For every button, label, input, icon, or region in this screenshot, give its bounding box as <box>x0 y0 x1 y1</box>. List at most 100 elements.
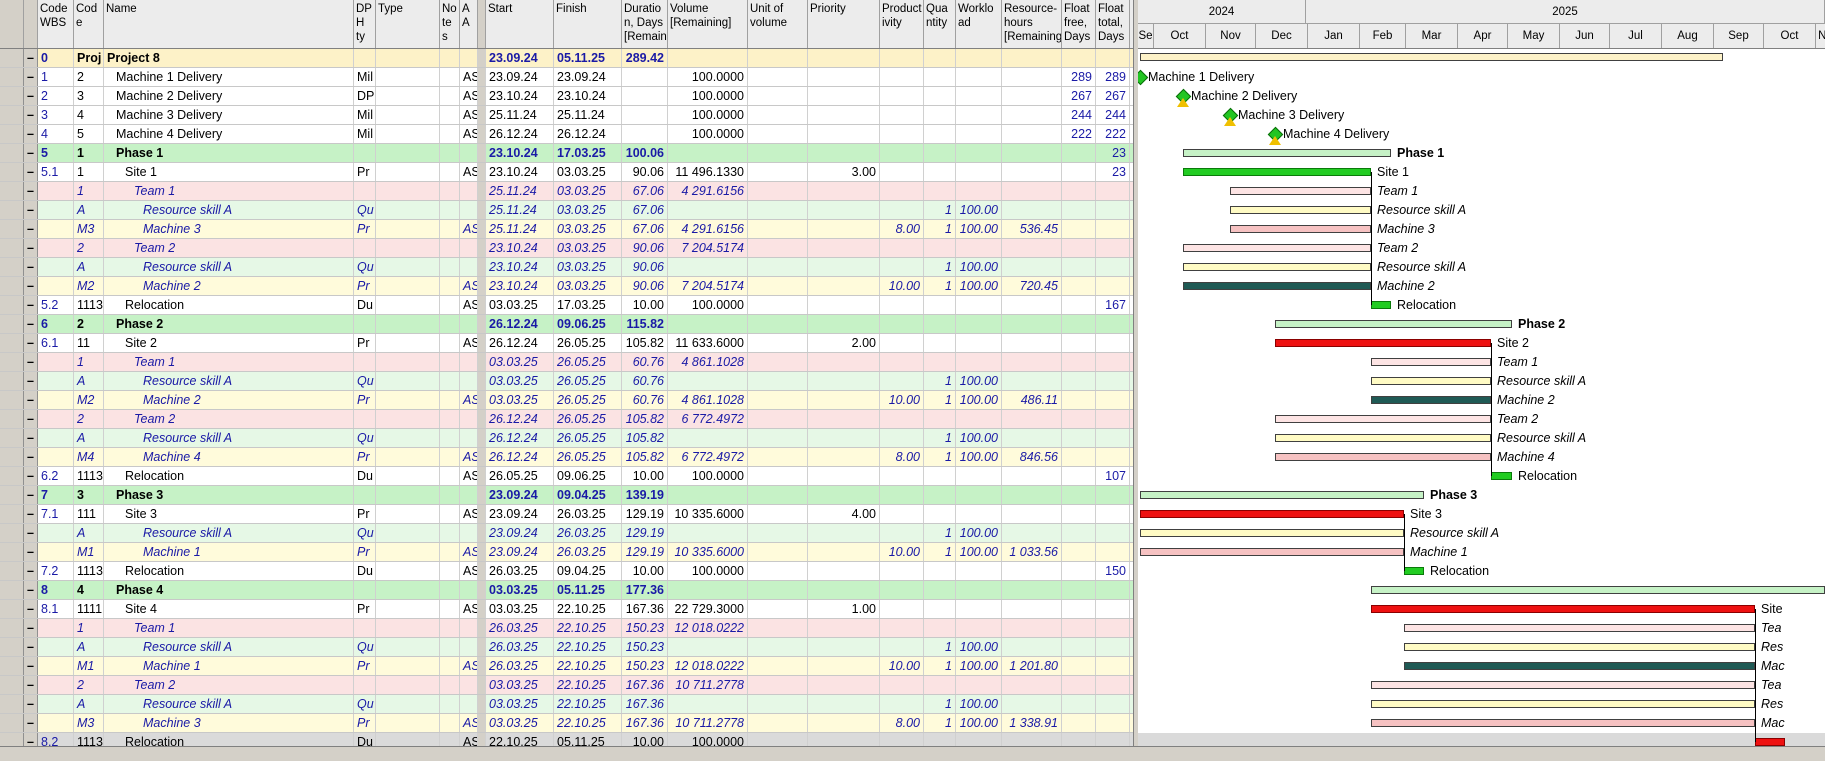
column-header-dph[interactable]: DP H ty <box>354 0 376 48</box>
table-row[interactable]: – 2 Team 2 26.12.24 26.05.25 105.82 6 772.4972 <box>0 410 1133 429</box>
gantt-bar[interactable] <box>1755 738 1785 746</box>
gantt-bar[interactable] <box>1230 225 1371 233</box>
table-row[interactable]: – A Resource skill A Qu 23.10.24 03.03.25 90.0… <box>0 258 1133 277</box>
table-row[interactable]: – M2Machine 2Pr AS 03.03.2526.05.2560.764 8… <box>0 391 1133 410</box>
table-row[interactable]: –M3Machine 3PrAS03.03.2522.10.25167.3610… <box>0 714 1133 733</box>
table-row[interactable]: –7 3 Phase 3 23.09.24 09.04.25 139.19 <box>0 486 1133 505</box>
table-row[interactable]: –7.21113RelocationDuAS26.03.2509.04.2510… <box>0 562 1133 581</box>
column-header-ff[interactable]: Float free, Days <box>1062 0 1096 48</box>
gantt-bar[interactable] <box>1183 282 1371 290</box>
gantt-bar[interactable] <box>1230 187 1371 195</box>
table-row[interactable]: –5.21113RelocationDuAS03.03.2517.03.2510… <box>0 296 1133 315</box>
cell-tg[interactable]: – <box>24 144 38 162</box>
gantt-bar[interactable] <box>1371 719 1755 727</box>
table-row[interactable]: –6.111Site 2Pr AS 26.12.2426.05.25105.8211… <box>0 334 1133 353</box>
column-header-notes[interactable]: No te s <box>440 0 460 48</box>
cell-tg[interactable]: – <box>24 239 38 257</box>
table-row[interactable]: – A Resource skill A Qu 03.03.25 26.05.25 60.7… <box>0 372 1133 391</box>
cell-tg[interactable]: – <box>24 49 38 67</box>
gantt-bar[interactable] <box>1371 377 1491 385</box>
gantt-bar[interactable] <box>1275 453 1491 461</box>
column-header-aa[interactable]: A A <box>460 0 478 48</box>
cell-tg[interactable]: – <box>24 410 38 428</box>
table-row[interactable]: –8.11111Site 4Pr AS 03.03.2522.10.25167.36… <box>0 600 1133 619</box>
cell-tg[interactable]: – <box>24 638 38 656</box>
column-header-dur[interactable]: Duratio n, Days [Remain <box>622 0 668 48</box>
cell-tg[interactable]: – <box>24 315 38 333</box>
cell-tg[interactable]: – <box>24 543 38 561</box>
gantt-bar[interactable] <box>1183 168 1371 176</box>
cell-tg[interactable]: – <box>24 125 38 143</box>
cell-tg[interactable]: – <box>24 619 38 637</box>
cell-tg[interactable]: – <box>24 562 38 580</box>
cell-tg[interactable]: – <box>24 353 38 371</box>
cell-tg[interactable]: – <box>24 182 38 200</box>
gantt-bar[interactable] <box>1371 605 1755 613</box>
column-header-name[interactable]: Name <box>104 0 354 48</box>
cell-tg[interactable]: – <box>24 524 38 542</box>
column-header-type[interactable]: Type <box>376 0 440 48</box>
gantt-bar[interactable] <box>1275 339 1491 347</box>
table-row[interactable]: – 2 Team 2 23.10.24 03.03.25 90.06 7 204.5174 <box>0 239 1133 258</box>
table-row[interactable]: – A Resource skill A Qu 03.03.25 22.10.25 167.… <box>0 695 1133 714</box>
column-header-ft[interactable]: Float total, Days <box>1096 0 1130 48</box>
gantt-bar[interactable] <box>1404 662 1755 670</box>
column-header-tg[interactable] <box>24 0 38 48</box>
table-row[interactable]: –8 4 Phase 4 03.03.25 05.11.25 177.36 <box>0 581 1133 600</box>
table-row[interactable]: –5.11Site 1Pr AS 23.10.2403.03.2590.0611 4… <box>0 163 1133 182</box>
table-row[interactable]: –5 1 Phase 1 23.10.24 17.03.25 100.06 23 <box>0 144 1133 163</box>
column-header-res[interactable]: Resource- hours [Remaining <box>1002 0 1062 48</box>
table-row[interactable]: –45Machine 4 DeliveryMil AS 26.12.2426.12.… <box>0 125 1133 144</box>
gantt-bar[interactable] <box>1371 358 1491 366</box>
cell-tg[interactable]: – <box>24 106 38 124</box>
column-header-unit[interactable]: Unit of volume <box>748 0 808 48</box>
table-row[interactable]: – M4Machine 4Pr AS 26.12.2426.05.25105.826 … <box>0 448 1133 467</box>
cell-tg[interactable]: – <box>24 714 38 732</box>
cell-tg[interactable]: – <box>24 676 38 694</box>
cell-tg[interactable]: – <box>24 277 38 295</box>
gantt-bar[interactable] <box>1371 301 1391 309</box>
gantt-bar[interactable] <box>1371 586 1825 594</box>
table-row[interactable]: – A Resource skill A Qu 26.03.25 22.10.25 150.… <box>0 638 1133 657</box>
cell-tg[interactable]: – <box>24 87 38 105</box>
gantt-bar[interactable] <box>1404 624 1755 632</box>
column-header-code[interactable]: Cod e <box>74 0 104 48</box>
column-header-gap[interactable] <box>478 0 486 48</box>
milestone-diamond-icon[interactable] <box>1138 69 1149 86</box>
gantt-bar[interactable] <box>1183 263 1371 271</box>
cell-tg[interactable]: – <box>24 429 38 447</box>
table-row[interactable]: –23Machine 2 DeliveryDP AS 23.10.2423.10.2… <box>0 87 1133 106</box>
table-row[interactable]: – A Resource skill A Qu 26.12.24 26.05.25 105.… <box>0 429 1133 448</box>
table-row[interactable]: – M1Machine 1Pr AS 26.03.2522.10.25150.2312… <box>0 657 1133 676</box>
gantt-bar[interactable] <box>1140 548 1404 556</box>
gantt-bar[interactable] <box>1183 244 1371 252</box>
gantt-bar[interactable] <box>1140 529 1404 537</box>
gantt-bar[interactable] <box>1183 149 1391 157</box>
column-header-vol[interactable]: Volume [Remaining] <box>668 0 748 48</box>
cell-tg[interactable]: – <box>24 68 38 86</box>
horizontal-scrollbar[interactable] <box>0 746 1825 761</box>
gantt-bar[interactable] <box>1275 415 1491 423</box>
column-header-wbs[interactable]: Code WBS <box>38 0 74 48</box>
cell-tg[interactable]: – <box>24 505 38 523</box>
table-row[interactable]: – M3Machine 3Pr AS 25.11.2403.03.2567.064 2… <box>0 220 1133 239</box>
gantt-bar[interactable] <box>1491 472 1512 480</box>
table-row[interactable]: –34Machine 3 DeliveryMil AS 25.11.2425.11.… <box>0 106 1133 125</box>
gantt-bar[interactable] <box>1140 53 1723 61</box>
table-row[interactable]: – A Resource skill A Qu 23.09.24 26.03.25 129.… <box>0 524 1133 543</box>
gantt-bar[interactable] <box>1275 434 1491 442</box>
column-header-work[interactable]: Worklo ad <box>956 0 1002 48</box>
gantt-bar[interactable] <box>1140 510 1404 518</box>
column-header-qty[interactable]: Qua ntity <box>924 0 956 48</box>
cell-tg[interactable]: – <box>24 372 38 390</box>
cell-tg[interactable]: – <box>24 163 38 181</box>
column-header-prod[interactable]: Product ivity <box>880 0 924 48</box>
table-row[interactable]: – 1 Team 1 03.03.25 26.05.25 60.76 4 861.1028 <box>0 353 1133 372</box>
column-header-prio[interactable]: Priority <box>808 0 880 48</box>
table-row[interactable]: –7.1111Site 3Pr AS 23.09.2426.03.25129.191… <box>0 505 1133 524</box>
table-row[interactable]: – 1 Team 1 26.03.25 22.10.25 150.23 12 018.022… <box>0 619 1133 638</box>
cell-tg[interactable]: – <box>24 334 38 352</box>
cell-tg[interactable]: – <box>24 657 38 675</box>
table-row[interactable]: – A Resource skill A Qu 25.11.24 03.03.25 67.0… <box>0 201 1133 220</box>
column-header-start[interactable]: Start <box>486 0 554 48</box>
